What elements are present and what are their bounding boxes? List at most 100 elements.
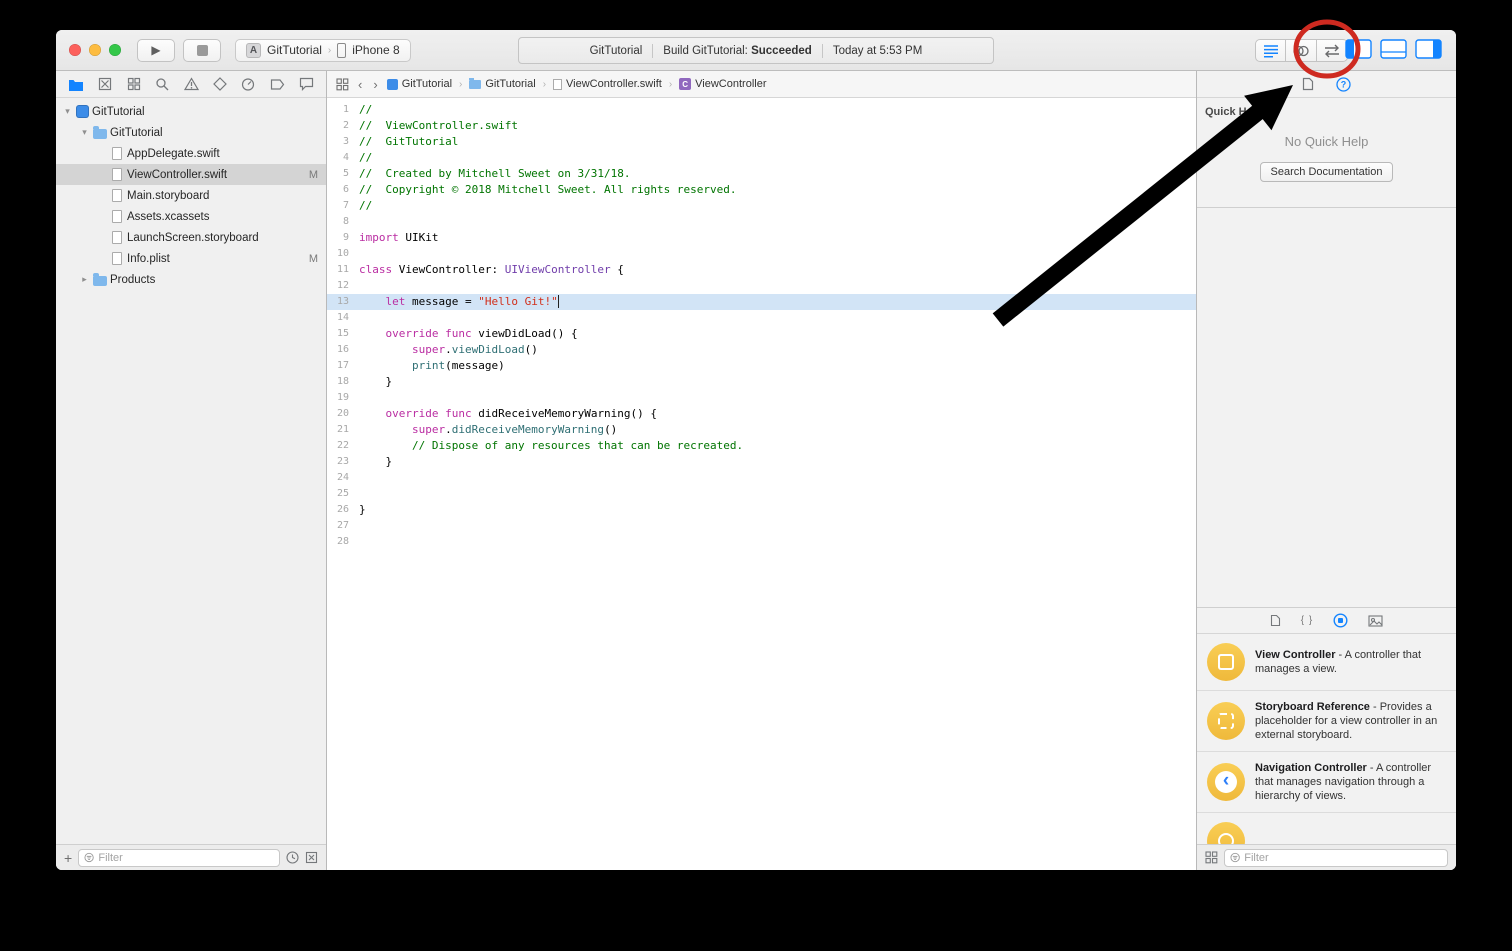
code-line-9[interactable]: 9import UIKit	[327, 230, 1196, 246]
code-line-18[interactable]: 18 }	[327, 374, 1196, 390]
tree-item-appdelegate-swift[interactable]: AppDelegate.swift	[56, 143, 326, 164]
code-text: // GitTutorial	[359, 134, 1196, 150]
version-editor-button[interactable]	[1317, 39, 1348, 62]
symbol-navigator-icon[interactable]	[127, 77, 141, 91]
navigator-filter-field[interactable]	[78, 849, 280, 867]
run-button[interactable]: ▶	[137, 39, 175, 62]
code-line-15[interactable]: 15 override func viewDidLoad() {	[327, 326, 1196, 342]
navigator-filter-input[interactable]	[98, 852, 274, 864]
code-line-17[interactable]: 17 print(message)	[327, 358, 1196, 374]
library-item-navigation-controller[interactable]: ‹Navigation Controller - A controller th…	[1197, 752, 1456, 813]
issue-navigator-icon[interactable]	[184, 77, 199, 91]
code-line-24[interactable]: 24	[327, 470, 1196, 486]
debug-navigator-icon[interactable]	[241, 77, 255, 91]
breadcrumb-file[interactable]: ViewController.swift	[553, 78, 662, 90]
file-template-library-icon[interactable]	[1270, 614, 1281, 627]
toggle-debug-area-button[interactable]	[1380, 39, 1407, 59]
breakpoint-navigator-icon[interactable]	[270, 78, 285, 91]
code-line-10[interactable]: 10	[327, 246, 1196, 262]
assistant-editor-button[interactable]	[1286, 39, 1317, 62]
code-line-19[interactable]: 19	[327, 390, 1196, 406]
code-line-11[interactable]: 11class ViewController: UIViewController…	[327, 262, 1196, 278]
code-line-27[interactable]: 27	[327, 518, 1196, 534]
source-editor[interactable]: 1//2// ViewController.swift3// GitTutori…	[327, 98, 1196, 870]
tree-item-launchscreen-storyboard[interactable]: LaunchScreen.storyboard	[56, 227, 326, 248]
source-control-navigator-icon[interactable]	[98, 77, 112, 91]
code-line-16[interactable]: 16 super.viewDidLoad()	[327, 342, 1196, 358]
code-line-13[interactable]: 13 let message = "Hello Git!"	[327, 294, 1196, 310]
library-filter-field[interactable]	[1224, 849, 1448, 867]
disclosure-triangle-icon[interactable]: ▾	[62, 106, 73, 117]
code-text: //	[359, 102, 1196, 118]
storyboard-icon	[112, 189, 122, 202]
disclosure-triangle-icon[interactable]: ▸	[79, 274, 90, 285]
quick-help-inspector-icon[interactable]: ?	[1336, 77, 1351, 92]
find-navigator-icon[interactable]	[155, 77, 169, 91]
library-item-partial[interactable]	[1197, 813, 1456, 844]
disclosure-triangle-icon[interactable]: ▾	[79, 127, 90, 138]
minimize-window-button[interactable]	[89, 44, 101, 56]
test-navigator-icon[interactable]	[213, 77, 227, 91]
zoom-window-button[interactable]	[109, 44, 121, 56]
code-line-14[interactable]: 14	[327, 310, 1196, 326]
code-line-7[interactable]: 7//	[327, 198, 1196, 214]
object-library-icon[interactable]	[1333, 613, 1348, 628]
tree-item-viewcontroller-swift[interactable]: ViewController.swiftM	[56, 164, 326, 185]
code-line-28[interactable]: 28	[327, 534, 1196, 550]
code-text: // Created by Mitchell Sweet on 3/31/18.	[359, 166, 1196, 182]
report-navigator-icon[interactable]	[299, 77, 314, 91]
library-item-storyboard-reference[interactable]: Storyboard Reference - Provides a placeh…	[1197, 691, 1456, 752]
scheme-selector[interactable]: A GitTutorial › iPhone 8	[235, 39, 411, 62]
code-text: override func didReceiveMemoryWarning() …	[359, 406, 1196, 422]
back-button[interactable]: ‹	[356, 77, 364, 92]
code-line-12[interactable]: 12	[327, 278, 1196, 294]
search-documentation-button[interactable]: Search Documentation	[1260, 162, 1394, 182]
code-snippet-library-icon[interactable]: { }	[1301, 615, 1313, 626]
breadcrumb-project[interactable]: GitTutorial	[387, 78, 452, 90]
library-filter-input[interactable]	[1244, 852, 1442, 864]
code-line-2[interactable]: 2// ViewController.swift	[327, 118, 1196, 134]
quick-help-section: Quick Help No Quick Help Search Document…	[1197, 98, 1456, 208]
tree-item-assets-xcassets[interactable]: Assets.xcassets	[56, 206, 326, 227]
breadcrumb-symbol[interactable]: C ViewController	[679, 78, 766, 90]
standard-editor-button[interactable]	[1255, 39, 1286, 62]
related-items-icon[interactable]	[336, 78, 349, 91]
stop-button[interactable]	[183, 39, 221, 62]
tree-item-gittutorial[interactable]: ▾GitTutorial	[56, 122, 326, 143]
code-line-8[interactable]: 8	[327, 214, 1196, 230]
tree-item-products[interactable]: ▸Products	[56, 269, 326, 290]
file-inspector-icon[interactable]	[1302, 77, 1314, 91]
code-line-3[interactable]: 3// GitTutorial	[327, 134, 1196, 150]
tree-item-main-storyboard[interactable]: Main.storyboard	[56, 185, 326, 206]
divider	[652, 44, 653, 58]
code-line-25[interactable]: 25	[327, 486, 1196, 502]
editor-panel: ‹ › GitTutorial › GitTutorial › ViewCont…	[327, 71, 1196, 870]
grid-view-icon[interactable]	[1205, 851, 1218, 864]
tree-item-gittutorial[interactable]: ▾GitTutorial	[56, 101, 326, 122]
window-controls	[69, 44, 121, 56]
code-line-22[interactable]: 22 // Dispose of any resources that can …	[327, 438, 1196, 454]
toggle-inspectors-button[interactable]	[1415, 39, 1442, 59]
toggle-navigator-button[interactable]	[1345, 39, 1372, 59]
breadcrumb-group[interactable]: GitTutorial	[469, 78, 535, 90]
media-library-icon[interactable]	[1368, 615, 1383, 627]
code-line-21[interactable]: 21 super.didReceiveMemoryWarning()	[327, 422, 1196, 438]
code-line-4[interactable]: 4//	[327, 150, 1196, 166]
code-text: //	[359, 198, 1196, 214]
code-line-23[interactable]: 23 }	[327, 454, 1196, 470]
project-navigator-icon[interactable]	[68, 77, 84, 92]
code-line-1[interactable]: 1//	[327, 102, 1196, 118]
close-window-button[interactable]	[69, 44, 81, 56]
forward-button[interactable]: ›	[371, 77, 379, 92]
tree-item-info-plist[interactable]: Info.plistM	[56, 248, 326, 269]
add-icon[interactable]: +	[64, 851, 72, 865]
scm-filter-icon[interactable]	[305, 851, 318, 864]
library-item-view-controller[interactable]: View Controller - A controller that mana…	[1197, 634, 1456, 691]
recent-files-clock-icon[interactable]	[286, 851, 299, 864]
code-text	[359, 470, 1196, 486]
code-line-26[interactable]: 26}	[327, 502, 1196, 518]
code-line-20[interactable]: 20 override func didReceiveMemoryWarning…	[327, 406, 1196, 422]
code-line-6[interactable]: 6// Copyright © 2018 Mitchell Sweet. All…	[327, 182, 1196, 198]
code-text: override func viewDidLoad() {	[359, 326, 1196, 342]
code-line-5[interactable]: 5// Created by Mitchell Sweet on 3/31/18…	[327, 166, 1196, 182]
